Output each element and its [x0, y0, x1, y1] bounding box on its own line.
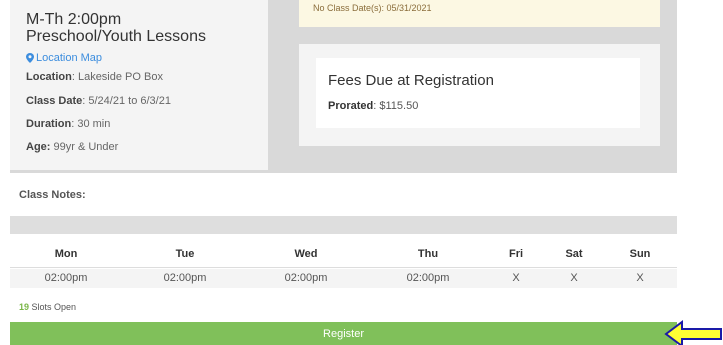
- day-header-wed: Wed: [294, 248, 318, 260]
- map-marker-icon: [26, 53, 34, 63]
- slots-count: 19: [19, 302, 30, 312]
- register-label[interactable]: Register: [323, 328, 364, 340]
- fees-panel: Fees Due at Registration Prorated: $115.…: [316, 58, 640, 128]
- duration-label: Duration: [26, 118, 72, 130]
- fees-title: Fees Due at Registration: [328, 72, 494, 89]
- day-header-fri: Fri: [508, 248, 524, 260]
- age-value: 99yr & Under: [50, 141, 119, 153]
- day-header-mon: Mon: [54, 248, 78, 260]
- location-value: : Lakeside PO Box: [71, 71, 163, 83]
- register-button[interactable]: Register: [10, 322, 677, 345]
- prorated-label: Prorated: [328, 100, 374, 112]
- slots-open: 19 Slots Open: [19, 302, 76, 312]
- section-divider: [10, 216, 677, 234]
- day-header-thu: Thu: [417, 248, 439, 260]
- location-label: Location: [26, 71, 72, 83]
- duration-row: Duration: 30 min: [26, 118, 110, 130]
- time-cell-fri: X: [512, 272, 520, 284]
- time-cell-thu: 02:00pm: [406, 272, 450, 284]
- no-class-alert: No Class Date(s): 05/31/2021: [299, 0, 660, 27]
- day-header-tue: Tue: [175, 248, 195, 260]
- left-arrow-icon: [664, 320, 722, 345]
- class-date-label: Class Date: [26, 95, 83, 107]
- day-header-sun: Sun: [629, 248, 651, 260]
- class-name-title: Preschool/Youth Lessons: [26, 28, 206, 45]
- class-title: M-Th 2:00pm Preschool/Youth Lessons: [26, 11, 266, 45]
- class-card: M-Th 2:00pm Preschool/Youth Lessons Loca…: [10, 0, 268, 170]
- schedule-time-row: 02:00pm 02:00pm 02:00pm 02:00pm X X X: [10, 269, 677, 288]
- prorated-row: Prorated: $115.50: [328, 100, 418, 112]
- location-row: Location: Lakeside PO Box: [26, 71, 163, 83]
- fees-card: Fees Due at Registration Prorated: $115.…: [299, 44, 660, 146]
- time-cell-wed: 02:00pm: [284, 272, 328, 284]
- day-header-sat: Sat: [565, 248, 583, 260]
- class-notes-label: Class Notes:: [19, 189, 86, 201]
- class-date-value: : 5/24/21 to 6/3/21: [82, 95, 171, 107]
- time-cell-mon: 02:00pm: [44, 272, 88, 284]
- class-date-row: Class Date: 5/24/21 to 6/3/21: [26, 95, 171, 107]
- prorated-value: : $115.50: [373, 100, 419, 112]
- time-cell-tue: 02:00pm: [163, 272, 207, 284]
- class-time-title: M-Th 2:00pm: [26, 11, 122, 28]
- no-class-date-text: No Class Date(s): 05/31/2021: [313, 3, 432, 13]
- slots-label: Slots Open: [29, 302, 77, 312]
- location-map-link[interactable]: Location Map: [26, 52, 102, 64]
- duration-value: : 30 min: [71, 118, 111, 130]
- time-cell-sun: X: [636, 272, 644, 284]
- age-label: Age:: [26, 141, 51, 153]
- age-row: Age: 99yr & Under: [26, 141, 118, 153]
- time-cell-sat: X: [570, 272, 578, 284]
- location-map-label[interactable]: Location Map: [36, 52, 102, 64]
- schedule-header-row: Mon Tue Wed Thu Fri Sat Sun: [10, 248, 677, 268]
